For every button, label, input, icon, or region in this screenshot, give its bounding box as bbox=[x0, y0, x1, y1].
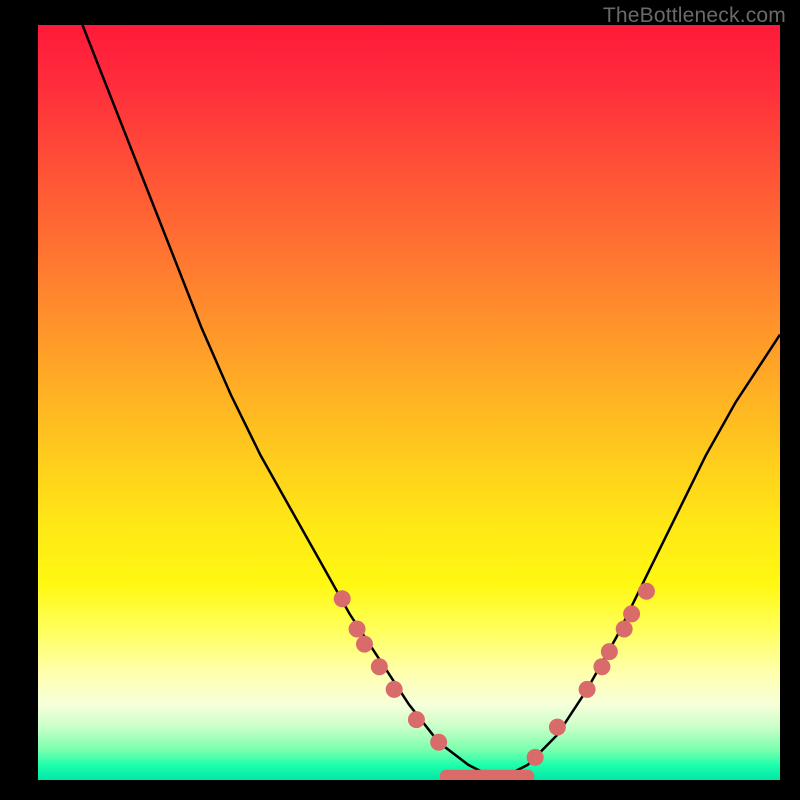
chart-frame: TheBottleneck.com bbox=[0, 0, 800, 800]
marker-point bbox=[593, 658, 610, 675]
marker-point bbox=[527, 749, 544, 766]
marker-point bbox=[623, 605, 640, 622]
marker-point bbox=[638, 583, 655, 600]
marker-point bbox=[386, 681, 403, 698]
marker-point bbox=[356, 636, 373, 653]
marker-point bbox=[408, 711, 425, 728]
marker-point bbox=[549, 719, 566, 736]
marker-point bbox=[430, 734, 447, 751]
bottleneck-curve bbox=[83, 25, 781, 780]
chart-svg bbox=[38, 25, 780, 780]
marker-point bbox=[371, 658, 388, 675]
markers-group bbox=[334, 583, 655, 766]
marker-point bbox=[616, 621, 633, 638]
marker-point bbox=[349, 621, 366, 638]
marker-point bbox=[334, 590, 351, 607]
marker-point bbox=[579, 681, 596, 698]
marker-point bbox=[601, 643, 618, 660]
plot-area bbox=[38, 25, 780, 780]
